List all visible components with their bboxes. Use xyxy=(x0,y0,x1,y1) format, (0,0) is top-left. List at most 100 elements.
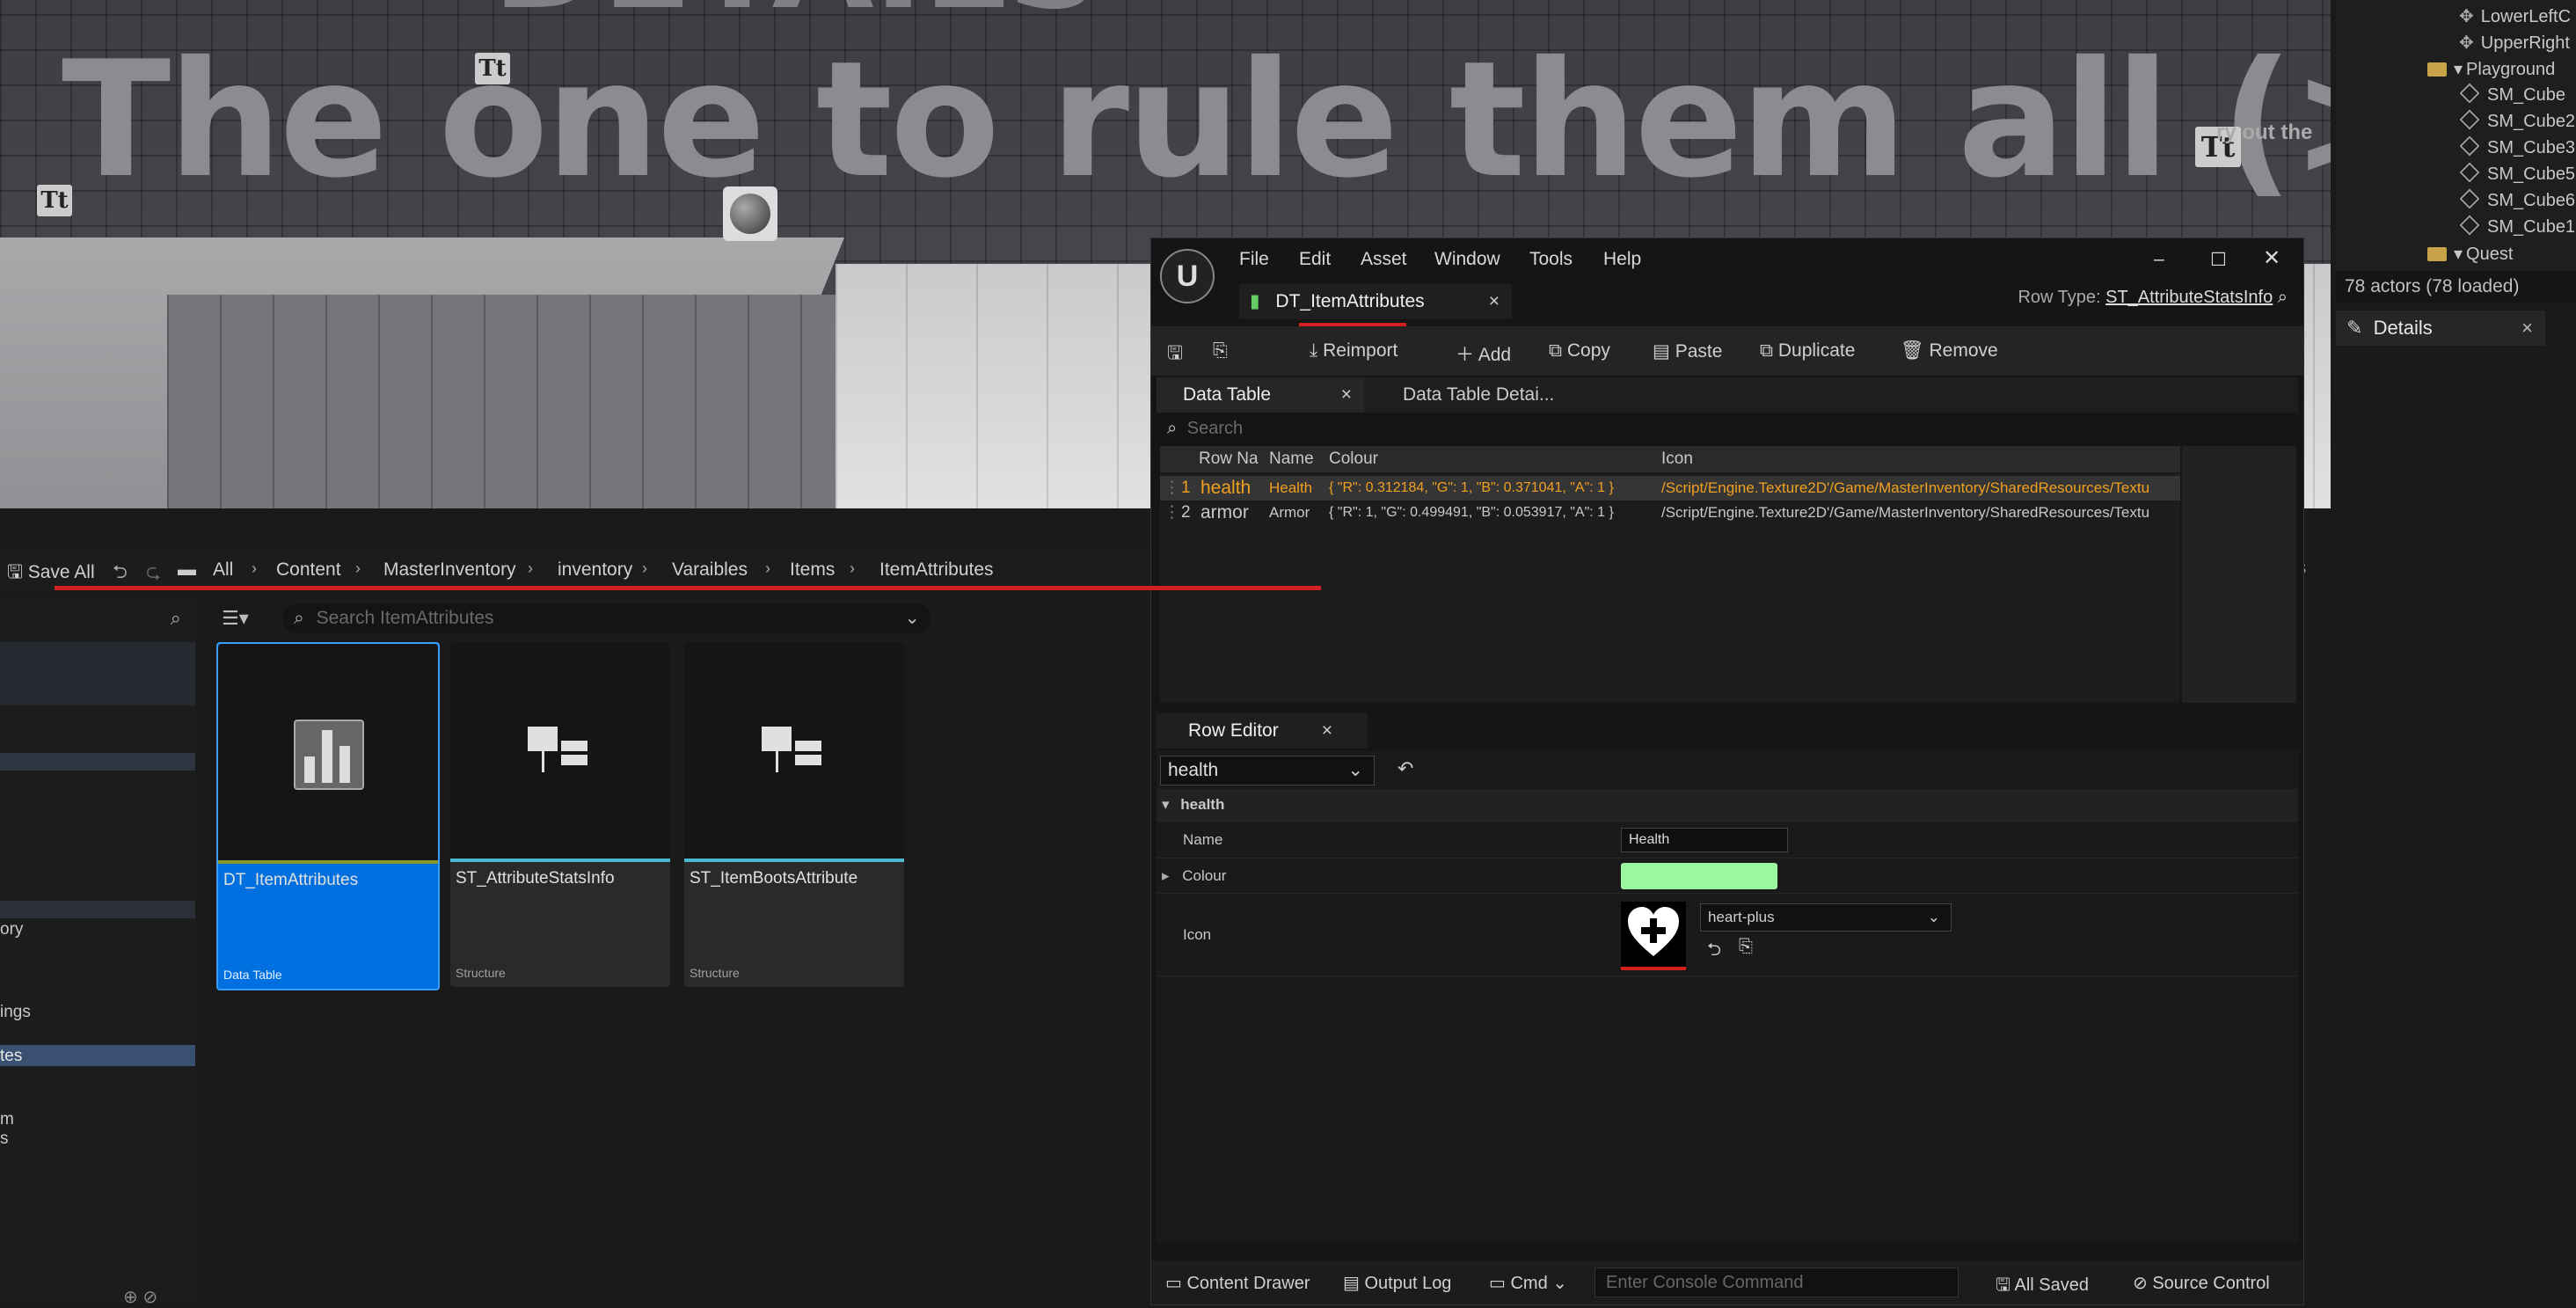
breadcrumb-item[interactable]: Items xyxy=(790,559,835,581)
reflection-capture-icon[interactable] xyxy=(723,186,777,241)
chevron-right-icon[interactable]: › xyxy=(642,559,647,578)
breadcrumb-item[interactable]: ItemAttributes xyxy=(879,559,994,581)
chevron-right-icon[interactable]: › xyxy=(355,559,361,578)
drag-handle-icon[interactable]: ⋮ xyxy=(1164,501,1180,525)
all-saved-button[interactable]: 🖫 All Saved xyxy=(1996,1272,2089,1302)
tree-row[interactable] xyxy=(0,753,195,771)
reset-icon[interactable]: ↶ xyxy=(1397,757,1413,780)
row-type-link[interactable]: ST_AttributeStatsInfo xyxy=(2105,288,2273,307)
breadcrumb-item[interactable]: MasterInventory xyxy=(383,559,516,581)
tree-row-selected[interactable] xyxy=(0,1045,195,1066)
reimport-button[interactable]: ⤓ Reimport xyxy=(1310,340,1397,362)
bottom-icons[interactable]: ⊕ ⊘ xyxy=(123,1286,157,1308)
asset-tile[interactable]: ST_AttributeStatsInfo Structure xyxy=(450,642,670,987)
maximize-button[interactable]: ☐ xyxy=(2210,249,2227,271)
minimize-button[interactable]: – xyxy=(2154,249,2164,270)
source-control-button[interactable]: ⊘ Source Control xyxy=(2133,1272,2270,1294)
outliner-item[interactable]: LowerLeftC xyxy=(2459,5,2571,27)
close-icon[interactable]: × xyxy=(1489,284,1500,319)
outliner-folder[interactable]: ▾ Quest xyxy=(2427,243,2513,265)
name-field[interactable]: Health xyxy=(1621,828,1788,852)
menu-edit[interactable]: Edit xyxy=(1299,249,1331,270)
text-render-icon[interactable]: Tt xyxy=(37,185,72,216)
close-icon[interactable]: × xyxy=(1341,377,1352,413)
table-row[interactable]: ⋮ 2 armor Armor { "R": 1, "G": 0.499491,… xyxy=(1160,501,2180,525)
close-window-button[interactable]: ✕ xyxy=(2263,245,2280,271)
outliner-item[interactable]: SM_Cube5 xyxy=(2461,164,2575,185)
chevron-down-icon[interactable]: ▾ xyxy=(2454,245,2463,264)
outliner-item[interactable]: SM_Cube1 xyxy=(2461,216,2575,237)
menu-tools[interactable]: Tools xyxy=(1529,249,1573,270)
save-icon[interactable]: 🖫 xyxy=(1167,340,1183,371)
cmd-button[interactable]: ▭ Cmd ⌄ xyxy=(1489,1272,1567,1294)
tree-item-label[interactable]: ings xyxy=(0,1003,31,1022)
chevron-right-icon[interactable]: ▸ xyxy=(1162,867,1170,884)
asset-tile[interactable]: ST_ItemBootsAttribute Structure xyxy=(684,642,904,987)
colour-swatch[interactable] xyxy=(1621,863,1777,889)
tab-details[interactable]: ✎ Details × xyxy=(2336,311,2545,346)
outliner-folder[interactable]: ▾ Playground xyxy=(2427,58,2555,80)
content-drawer-button[interactable]: ▭ Content Drawer xyxy=(1165,1272,1310,1294)
drag-handle-icon[interactable]: ⋮ xyxy=(1164,476,1180,501)
browse-icon[interactable]: ⎘ xyxy=(1213,340,1228,362)
duplicate-button[interactable]: ⧉ Duplicate xyxy=(1760,340,1855,362)
tab-data-table-details[interactable]: Data Table Detai... xyxy=(1403,377,1554,413)
paste-button[interactable]: ▤ Paste xyxy=(1653,340,1722,362)
heart-plus-icon[interactable] xyxy=(1621,902,1686,970)
column-header[interactable]: Icon xyxy=(1661,446,1693,472)
tree-row[interactable] xyxy=(0,901,195,918)
tree-item-label[interactable]: m xyxy=(0,1110,14,1129)
output-log-button[interactable]: ▤ Output Log xyxy=(1343,1272,1451,1294)
tree-item-label[interactable]: tes xyxy=(0,1047,22,1066)
tree-item-label[interactable]: s xyxy=(0,1129,9,1149)
add-button[interactable]: ＋ Add xyxy=(1456,340,1511,367)
column-header[interactable]: Name xyxy=(1269,446,1314,472)
tab-dt-itemattributes[interactable]: ▮ DT_ItemAttributes × xyxy=(1239,284,1512,319)
chevron-right-icon[interactable]: › xyxy=(252,559,257,578)
breadcrumb-item[interactable]: Content xyxy=(276,559,341,581)
close-icon[interactable]: × xyxy=(2521,311,2533,346)
menu-window[interactable]: Window xyxy=(1434,249,1500,270)
outliner-item[interactable]: SM_Cube xyxy=(2461,84,2565,106)
tree-item-label[interactable]: ory xyxy=(0,920,23,939)
search-icon[interactable]: ⌕ xyxy=(171,607,181,630)
row-search-input[interactable]: ⌕ Search xyxy=(1160,414,2295,442)
browse-icon[interactable]: ⎘ xyxy=(1739,937,1753,957)
breadcrumb-item[interactable]: inventory xyxy=(558,559,632,581)
asset-search-input[interactable]: ⌕ Search ItemAttributes ⌄ xyxy=(283,603,930,633)
search-icon[interactable]: ⌕ xyxy=(2278,288,2288,307)
asset-tile[interactable]: DT_ItemAttributes Data Table xyxy=(216,642,440,990)
chevron-right-icon[interactable]: › xyxy=(765,559,770,578)
chevron-right-icon[interactable]: › xyxy=(528,559,533,578)
use-selected-icon[interactable]: ⮌ xyxy=(1707,937,1721,967)
tab-data-table[interactable]: Data Table × xyxy=(1157,377,1364,413)
close-icon[interactable]: × xyxy=(1322,713,1332,749)
text-render-icon[interactable]: Tt xyxy=(475,53,510,84)
breadcrumb-item[interactable]: Varaibles xyxy=(672,559,748,581)
row-select-dropdown[interactable]: health ⌄ xyxy=(1160,756,1375,786)
chevron-down-icon[interactable]: ▾ xyxy=(1162,796,1170,813)
remove-button[interactable]: 🗑 Remove xyxy=(1901,340,1998,362)
filter-button[interactable]: ☰▾ xyxy=(222,607,249,630)
menu-asset[interactable]: Asset xyxy=(1361,249,1407,270)
chevron-down-icon[interactable]: ▾ xyxy=(2454,60,2463,79)
outliner-item[interactable]: SM_Cube2 xyxy=(2461,111,2575,132)
outliner-item-label: LowerLeftC xyxy=(2480,7,2572,26)
menu-file[interactable]: File xyxy=(1239,249,1269,270)
outliner-item[interactable]: SM_Cube6 xyxy=(2461,190,2575,211)
tree-search[interactable]: ⌕ xyxy=(0,603,195,633)
column-header[interactable]: Colour xyxy=(1329,446,1378,472)
menu-help[interactable]: Help xyxy=(1603,249,1641,270)
outliner-item[interactable]: SM_Cube3 xyxy=(2461,137,2575,158)
icon-asset-picker[interactable]: heart-plus ⌄ xyxy=(1700,903,1952,932)
chevron-right-icon[interactable]: › xyxy=(850,559,855,578)
tab-row-editor[interactable]: Row Editor × xyxy=(1157,713,1368,749)
table-row[interactable]: ⋮ 1 health Health { "R": 0.312184, "G": … xyxy=(1160,476,2180,501)
breadcrumb-item[interactable]: All xyxy=(213,559,233,581)
outliner-item[interactable]: UpperRight xyxy=(2459,32,2570,54)
copy-button[interactable]: ⧉ Copy xyxy=(1549,340,1610,362)
console-input[interactable]: Enter Console Command xyxy=(1594,1268,1959,1297)
column-header[interactable]: Row Na xyxy=(1199,446,1259,472)
chevron-down-icon[interactable]: ⌄ xyxy=(904,603,920,633)
section-header[interactable]: ▾ health xyxy=(1157,789,2298,822)
